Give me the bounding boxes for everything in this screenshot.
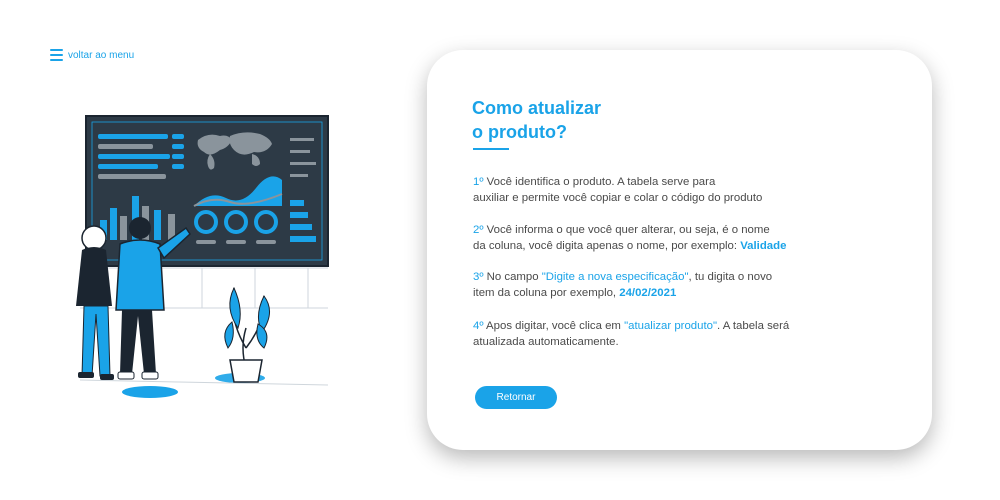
back-to-menu-link[interactable]: voltar ao menu <box>50 49 134 61</box>
return-button[interactable]: Retornar <box>475 386 557 409</box>
instructions-card: Como atualizar o produto? 1º Você identi… <box>427 50 932 450</box>
floor-shadow <box>122 386 178 398</box>
title-underline <box>473 148 509 150</box>
plant-pot <box>224 286 270 383</box>
back-to-menu-label: voltar ao menu <box>68 49 135 61</box>
hamburger-menu-icon <box>50 49 63 61</box>
dashboard-illustration <box>76 115 329 398</box>
card-title: Como atualizar o produto? <box>472 98 602 142</box>
step-3: 3º No campo "Digite a nova especificação… <box>473 271 773 299</box>
step-2: 2º Você informa o que você quer alterar,… <box>473 224 787 252</box>
person-right <box>115 217 191 380</box>
step-1: 1º Você identifica o produto. A tabela s… <box>473 176 763 204</box>
step-4: 4º Apos digitar, você clica em "atualiza… <box>473 320 790 348</box>
